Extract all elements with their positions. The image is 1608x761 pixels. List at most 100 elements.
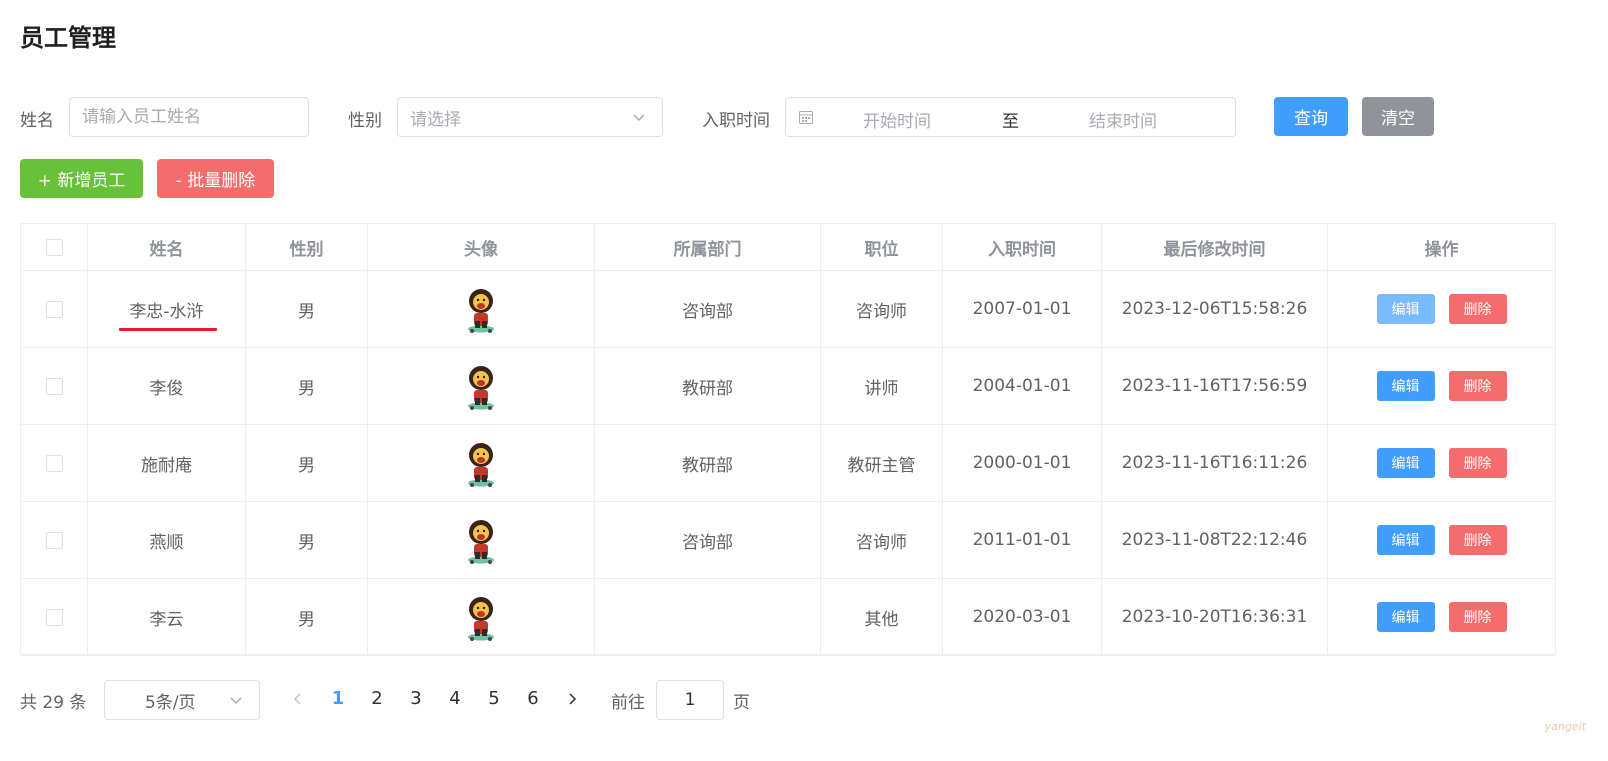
- page-number[interactable]: 5: [484, 688, 504, 709]
- batch-delete-button[interactable]: - 批量删除: [157, 159, 274, 198]
- entry-date-range-picker[interactable]: 开始时间 至 结束时间: [785, 97, 1236, 137]
- gender-select[interactable]: 请选择: [397, 97, 663, 137]
- row-select-cell: [21, 348, 88, 424]
- table-row: 施耐庵 男 教研部 教研主管 2000-01-01 2023-11-16T16:…: [21, 425, 1555, 502]
- column-header-name: 姓名: [88, 224, 246, 270]
- avatar-image: [468, 597, 494, 641]
- row-checkbox[interactable]: [45, 454, 63, 472]
- cell-dept: 教研部: [595, 425, 821, 501]
- chevron-down-icon: [230, 697, 242, 705]
- row-checkbox[interactable]: [45, 377, 63, 395]
- cell-gender: 男: [246, 502, 368, 578]
- column-header-actions: 操作: [1424, 239, 1459, 260]
- edit-button[interactable]: 编辑: [1376, 371, 1435, 401]
- cell-name: 燕顺: [88, 502, 246, 578]
- cell-job: 教研主管: [821, 425, 943, 501]
- cell-gender: 男: [246, 579, 368, 655]
- cell-actions: 编辑 删除: [1328, 348, 1555, 424]
- date-start-input[interactable]: 开始时间: [863, 107, 931, 132]
- column-header-entry-date: 入职时间: [943, 224, 1102, 270]
- clear-button[interactable]: 清空: [1362, 97, 1434, 136]
- page-size-select[interactable]: 5条/页: [104, 680, 260, 720]
- page-size-value: 5条/页: [145, 692, 196, 713]
- cell-actions: 编辑 删除: [1328, 579, 1555, 655]
- goto-page-input[interactable]: 1: [656, 680, 724, 720]
- cell-avatar: [368, 579, 595, 655]
- row-checkbox[interactable]: [45, 300, 63, 318]
- select-all-cell: [21, 224, 88, 270]
- employee-table: 姓名 性别 头像 所属部门 职位 入职时间 最后修改时间 操作 李忠-水浒 男 …: [20, 223, 1556, 656]
- column-header-dept: 所属部门: [595, 224, 821, 270]
- cell-job: 咨询师: [821, 271, 943, 347]
- row-select-cell: [21, 579, 88, 655]
- table-row: 李俊 男 教研部 讲师 2004-01-01 2023-11-16T17:56:…: [21, 348, 1555, 425]
- cell-job: 讲师: [821, 348, 943, 424]
- edit-button[interactable]: 编辑: [1376, 602, 1435, 632]
- column-header-gender: 性别: [246, 224, 368, 270]
- cell-actions: 编辑 删除: [1328, 425, 1555, 501]
- name-search-input[interactable]: [69, 97, 309, 137]
- calendar-icon: [799, 111, 813, 124]
- cell-updated: 2023-11-16T16:11:26: [1102, 425, 1328, 501]
- cell-job: 咨询师: [821, 502, 943, 578]
- delete-button[interactable]: 删除: [1448, 602, 1507, 632]
- delete-button[interactable]: 删除: [1448, 448, 1507, 478]
- column-header-avatar: 头像: [368, 224, 595, 270]
- cell-entry-date: 2011-01-01: [943, 502, 1102, 578]
- cell-entry-date: 2020-03-01: [943, 579, 1102, 655]
- cell-updated: 2023-12-06T15:58:26: [1102, 271, 1328, 347]
- table-row: 燕顺 男 咨询部 咨询师 2011-01-01 2023-11-08T22:12…: [21, 502, 1555, 579]
- select-all-checkbox[interactable]: [45, 238, 63, 256]
- name-label: 姓名: [20, 111, 54, 131]
- goto-suffix: 页: [733, 693, 750, 713]
- page-number[interactable]: 2: [367, 688, 387, 709]
- cell-updated: 2023-10-20T16:36:31: [1102, 579, 1328, 655]
- page-number[interactable]: 1: [328, 688, 348, 709]
- next-page-icon[interactable]: [564, 690, 580, 708]
- cell-name: 李俊: [88, 348, 246, 424]
- cell-entry-date: 2000-01-01: [943, 425, 1102, 501]
- cell-updated: 2023-11-08T22:12:46: [1102, 502, 1328, 578]
- page-title: 员工管理: [20, 24, 116, 52]
- page-number[interactable]: 4: [445, 688, 465, 709]
- edit-button[interactable]: 编辑: [1376, 448, 1435, 478]
- add-employee-button[interactable]: + 新增员工: [20, 159, 143, 198]
- avatar-image: [468, 520, 494, 564]
- cell-dept: 咨询部: [595, 271, 821, 347]
- cell-name: 施耐庵: [88, 425, 246, 501]
- page-number[interactable]: 6: [523, 688, 543, 709]
- query-button[interactable]: 查询: [1274, 97, 1348, 136]
- cell-entry-date: 2004-01-01: [943, 348, 1102, 424]
- date-end-input[interactable]: 结束时间: [1089, 107, 1157, 132]
- gender-select-placeholder: 请选择: [410, 109, 461, 130]
- table-row: 李云 男 其他 2020-03-01 2023-10-20T16:36:31 编…: [21, 579, 1555, 656]
- cell-avatar: [368, 425, 595, 501]
- gender-label: 性别: [348, 111, 382, 131]
- chevron-down-icon: [633, 114, 645, 122]
- row-checkbox[interactable]: [45, 531, 63, 549]
- cell-name: 李忠-水浒: [88, 271, 246, 347]
- row-select-cell: [21, 425, 88, 501]
- row-select-cell: [21, 502, 88, 578]
- cell-job: 其他: [821, 579, 943, 655]
- edit-button[interactable]: 编辑: [1376, 294, 1435, 324]
- delete-button[interactable]: 删除: [1448, 525, 1507, 555]
- table-header-row: 姓名 性别 头像 所属部门 职位 入职时间 最后修改时间 操作: [21, 224, 1555, 271]
- pagination-total: 共 29 条: [20, 693, 87, 713]
- delete-button[interactable]: 删除: [1448, 371, 1507, 401]
- edit-button[interactable]: 编辑: [1376, 525, 1435, 555]
- cell-gender: 男: [246, 425, 368, 501]
- table-row: 李忠-水浒 男 咨询部 咨询师 2007-01-01 2023-12-06T15…: [21, 271, 1555, 348]
- prev-page-icon[interactable]: [290, 690, 306, 708]
- cell-avatar: [368, 348, 595, 424]
- date-range-separator: 至: [1002, 112, 1019, 132]
- entry-date-label: 入职时间: [702, 111, 770, 131]
- name-underline: [119, 328, 217, 331]
- avatar-image: [468, 366, 494, 410]
- row-checkbox[interactable]: [45, 608, 63, 626]
- page-number[interactable]: 3: [406, 688, 426, 709]
- delete-button[interactable]: 删除: [1448, 294, 1507, 324]
- cell-avatar: [368, 271, 595, 347]
- cell-dept: 教研部: [595, 348, 821, 424]
- row-select-cell: [21, 271, 88, 347]
